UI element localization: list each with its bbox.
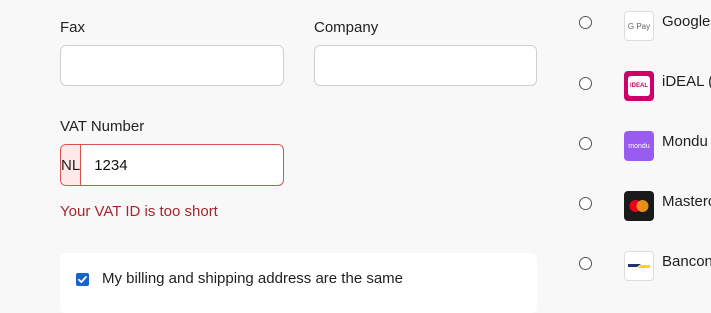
payment-name-bancontact[interactable]: Bancon <box>662 253 711 270</box>
payment-radio-bancontact[interactable] <box>579 257 592 270</box>
payment-name-ideal[interactable]: iDEAL ( <box>662 73 711 90</box>
payment-name-mondu[interactable]: Mondu <box>662 133 708 150</box>
vat-number-field[interactable] <box>81 145 283 185</box>
checkmark-icon <box>78 276 87 283</box>
bancontact-icon <box>624 251 654 281</box>
fax-label: Fax <box>60 19 86 36</box>
payment-radio-google-pay[interactable] <box>579 16 592 29</box>
vat-error-message: Your VAT ID is too short <box>60 203 218 220</box>
fax-field[interactable] <box>60 45 284 86</box>
company-field[interactable] <box>314 45 537 86</box>
payment-radio-mastercard[interactable] <box>579 197 592 210</box>
payment-name-mastercard[interactable]: Masterc <box>662 193 711 210</box>
vat-number-group: NL <box>60 144 284 186</box>
mastercard-circles-icon <box>629 200 649 212</box>
payment-radio-ideal[interactable] <box>579 77 592 90</box>
vat-country-prefix[interactable]: NL <box>61 145 82 185</box>
mondu-icon: mondu <box>624 131 654 161</box>
same-address-label[interactable]: My billing and shipping address are the … <box>102 270 403 287</box>
bancontact-mark-icon <box>628 264 650 268</box>
payment-radio-mondu[interactable] <box>579 137 592 150</box>
company-label: Company <box>314 19 379 36</box>
vat-number-label: VAT Number <box>60 118 145 135</box>
google-pay-icon: G Pay <box>624 11 654 41</box>
payment-name-google-pay[interactable]: Google <box>662 13 710 30</box>
mastercard-icon <box>624 191 654 221</box>
ideal-icon: iDEAL <box>624 71 654 101</box>
ideal-icon-inner: iDEAL <box>628 76 650 96</box>
same-address-checkbox[interactable] <box>76 273 89 286</box>
